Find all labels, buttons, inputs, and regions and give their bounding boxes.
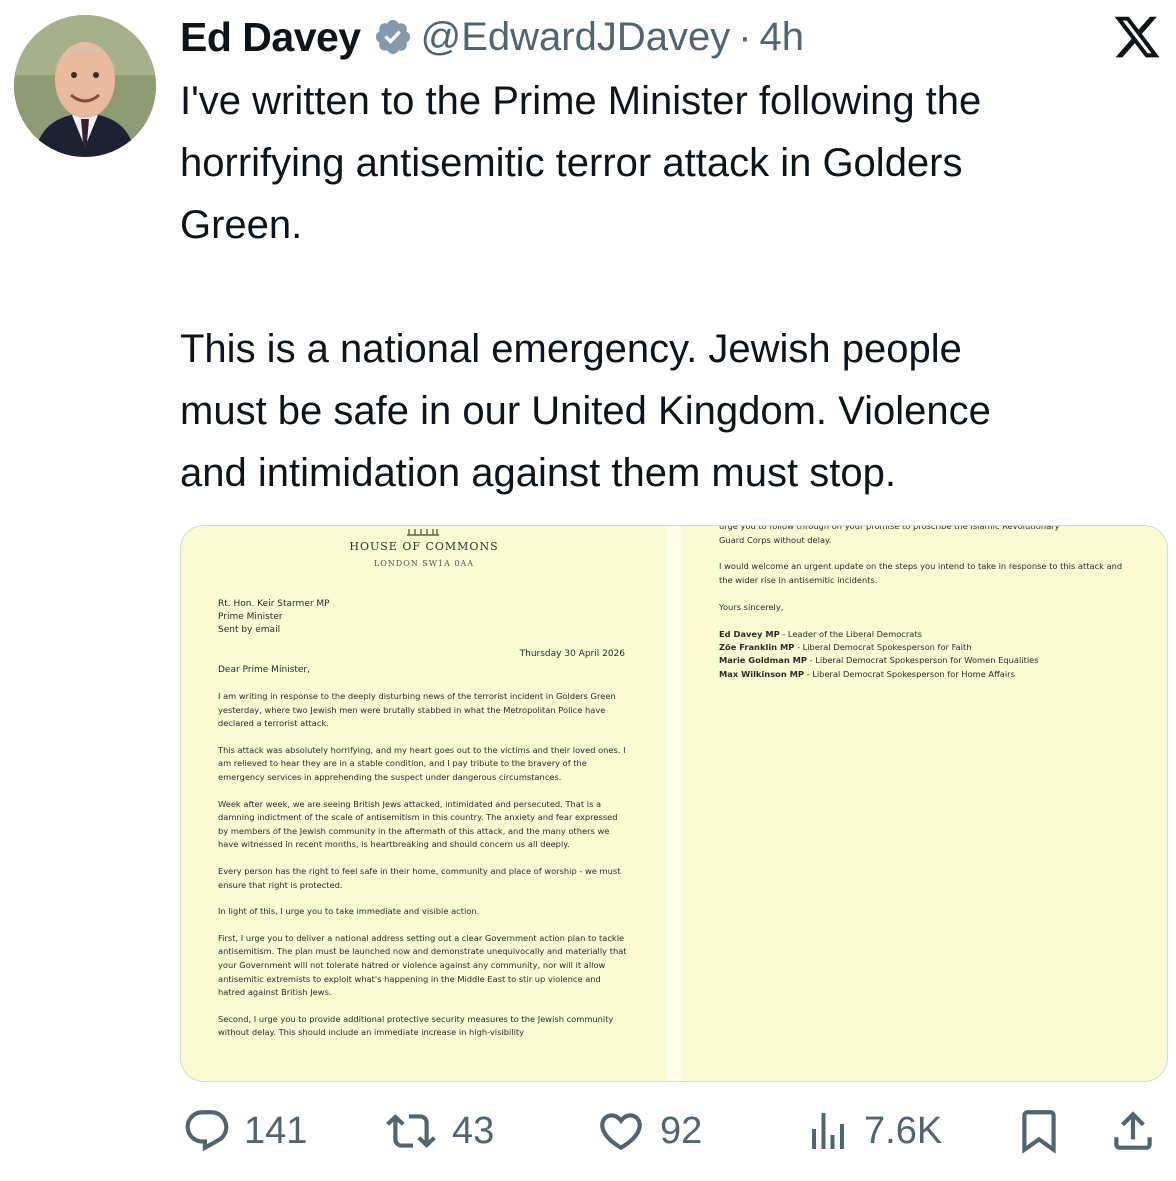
verified-badge-icon[interactable] [373, 17, 413, 57]
views-count: 7.6K [864, 1109, 943, 1152]
signatories: Ed Davey MP - Leader of the Liberal Demo… [719, 628, 1139, 681]
letter-salutation: Dear Prime Minister, [218, 665, 310, 675]
like-count: 92 [660, 1109, 703, 1152]
page-divider [667, 526, 681, 1081]
letter-paragraph: In light of this, I urge you to take imm… [218, 906, 480, 917]
repost-button[interactable]: 43 [382, 1106, 494, 1156]
letter-paragraph: I am writing in response to the deeply d… [218, 691, 616, 729]
reply-icon [185, 1110, 229, 1152]
tweet-media[interactable]: HOUSE OF COMMONS LONDON SW1A 0AA Rt. Hon… [180, 525, 1168, 1082]
recipient-line: Sent by email [218, 625, 281, 635]
reply-count: 141 [244, 1109, 308, 1152]
timestamp[interactable]: 4h [760, 15, 805, 60]
share-button[interactable] [1108, 1106, 1158, 1156]
repost-icon [386, 1114, 436, 1148]
recipient-line: Rt. Hon. Keir Starmer MP [218, 599, 330, 609]
tweet-actions: 141 43 92 7.6K [182, 1106, 1168, 1156]
signatory: Ed Davey MP - Leader of the Liberal Demo… [719, 629, 922, 639]
tweet-paragraph-1: I've written to the Prime Minister follo… [180, 79, 982, 247]
letter-date: Thursday 30 April 2026 [519, 649, 625, 659]
signatory: Marie Goldman MP - Liberal Democrat Spok… [719, 655, 1039, 666]
letter-line: Guard Corps without delay. [719, 535, 832, 545]
letter-paragraph: I would welcome an urgent update on the … [719, 561, 1123, 585]
letter-page-2[interactable]: urge you to follow through on your promi… [681, 526, 1167, 1081]
signatory: Max Wilkinson MP - Liberal Democrat Spok… [719, 668, 1015, 679]
avatar-photo [14, 15, 156, 157]
tweet-header: Ed Davey @EdwardJDavey · 4h [180, 12, 804, 62]
share-icon [1114, 1111, 1152, 1150]
letter-cut-line: urge you to follow through on your promi… [719, 525, 1060, 531]
avatar[interactable] [14, 15, 156, 157]
author-name[interactable]: Ed Davey [180, 14, 361, 61]
views-icon [812, 1113, 844, 1149]
signatory: Zöe Franklin MP - Liberal Democrat Spoke… [719, 642, 972, 653]
bookmark-icon [1022, 1110, 1056, 1154]
letter-paragraph: Every person has the right to feel safe … [218, 865, 621, 890]
letter-paragraph: This attack was absolutely horrifying, a… [218, 744, 626, 782]
bookmark-button[interactable] [1014, 1106, 1064, 1156]
recipient-address: Rt. Hon. Keir Starmer MP Prime Minister … [218, 598, 330, 637]
letterhead-title: HOUSE OF COMMONS [349, 540, 499, 553]
portcullis-crest-icon [407, 529, 439, 536]
tweet-text: I've written to the Prime Minister follo… [180, 70, 1170, 504]
heart-icon [600, 1113, 642, 1151]
tweet-paragraph-2: This is a national emergency. Jewish peo… [180, 327, 991, 495]
recipient-line: Prime Minister [218, 612, 283, 622]
letterhead-address: LONDON SW1A 0AA [373, 559, 475, 568]
author-handle[interactable]: @EdwardJDavey [421, 15, 731, 60]
reply-button[interactable]: 141 [182, 1106, 307, 1156]
letter-paragraph: Second, I urge you to provide additional… [218, 1013, 614, 1038]
letter-body: I am writing in response to the deeply d… [218, 690, 628, 1053]
letter-paragraph: Week after week, we are seeing British J… [218, 798, 618, 850]
letter-page-1[interactable]: HOUSE OF COMMONS LONDON SW1A 0AA Rt. Hon… [181, 526, 667, 1081]
x-logo-icon [1112, 12, 1162, 62]
letter-closing: Yours sincerely, [719, 602, 784, 612]
views-button[interactable]: 7.6K [804, 1106, 942, 1156]
letter-paragraph: First, I urge you to deliver a national … [218, 932, 627, 998]
like-button[interactable]: 92 [594, 1106, 702, 1156]
repost-count: 43 [452, 1109, 495, 1152]
separator-dot: · [738, 14, 752, 59]
